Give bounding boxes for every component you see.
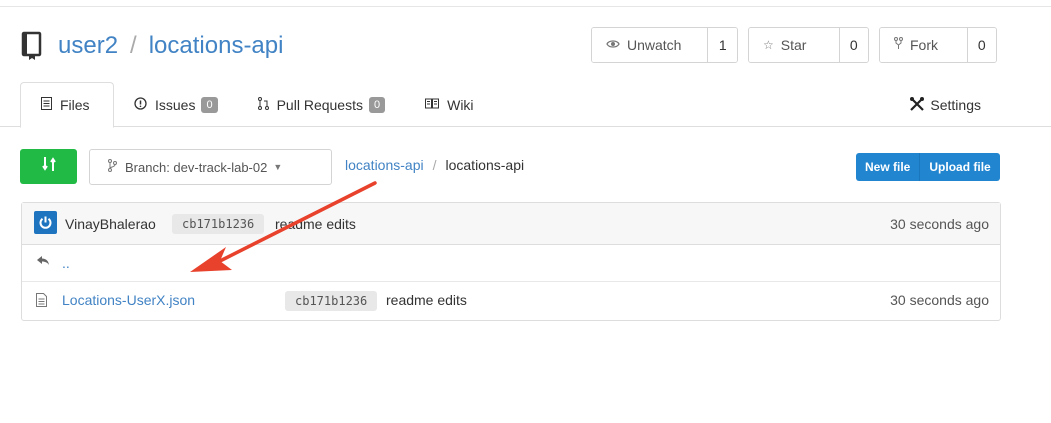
unwatch-button[interactable]: Unwatch	[592, 28, 708, 62]
avatar[interactable]	[34, 211, 57, 234]
pull-requests-count-badge: 0	[368, 97, 386, 113]
tab-pull-requests-label: Pull Requests	[276, 97, 363, 113]
file-table: VinayBhalerao cb171b1236 readme edits 30…	[21, 202, 1001, 321]
star-button[interactable]: ☆ Star	[749, 28, 839, 62]
repo-tabs: Files Issues 0 Pull Requests 0 Wiki	[20, 82, 494, 128]
commit-sha[interactable]: cb171b1236	[172, 214, 265, 234]
branch-icon	[108, 159, 117, 175]
tab-settings[interactable]: Settings	[909, 82, 981, 128]
power-icon	[39, 216, 52, 229]
tab-wiki[interactable]: Wiki	[405, 82, 493, 128]
eye-icon	[606, 38, 620, 52]
sync-arrows-icon	[41, 156, 56, 177]
wrench-tools-icon	[909, 96, 925, 115]
breadcrumb: locations-api / locations-api	[345, 157, 524, 173]
commit-message[interactable]: readme edits	[275, 216, 356, 232]
fork-label: Fork	[910, 37, 938, 53]
tab-wiki-label: Wiki	[447, 97, 474, 113]
star-label: Star	[780, 37, 807, 53]
chevron-down-icon: ▼	[273, 162, 283, 172]
star-icon: ☆	[763, 38, 774, 52]
star-count[interactable]: 0	[838, 28, 868, 62]
repo-owner-link[interactable]: user2	[58, 32, 118, 60]
settings-label: Settings	[930, 97, 981, 113]
fork-icon	[894, 37, 903, 53]
file-actions: New file Upload file	[856, 153, 1000, 181]
breadcrumb-current: locations-api	[445, 157, 525, 173]
repo-book-icon	[20, 31, 44, 61]
top-bar	[0, 0, 1051, 7]
breadcrumb-root-link[interactable]: locations-api	[345, 157, 424, 173]
issue-icon	[134, 97, 147, 113]
file-commit-age: 30 seconds ago	[890, 292, 989, 308]
file-icon	[36, 293, 47, 307]
tab-files-label: Files	[60, 97, 90, 113]
pull-request-icon	[257, 97, 269, 113]
book-icon	[425, 98, 440, 112]
file-name-link[interactable]: Locations-UserX.json	[62, 292, 195, 308]
file-text-icon	[41, 97, 52, 113]
repo-header: user2 / locations-api Unwatch 1 ☆ Star 0…	[0, 7, 1051, 128]
reply-back-icon	[36, 253, 50, 269]
tab-pull-requests[interactable]: Pull Requests 0	[238, 82, 406, 128]
file-commit-message[interactable]: readme edits	[386, 292, 467, 308]
tab-files[interactable]: Files	[20, 82, 114, 128]
watch-count[interactable]: 1	[707, 28, 737, 62]
new-file-button[interactable]: New file	[856, 153, 919, 181]
commit-age: 30 seconds ago	[890, 216, 989, 232]
branch-label: Branch: dev-track-lab-02	[125, 159, 268, 175]
parent-directory-row[interactable]: ..	[22, 245, 1000, 282]
watch-button-group: Unwatch 1	[591, 27, 738, 63]
repo-name-link[interactable]: locations-api	[149, 32, 284, 60]
parent-directory-link[interactable]: ..	[62, 255, 70, 271]
star-button-group: ☆ Star 0	[748, 27, 869, 63]
repo-title-separator: /	[130, 32, 137, 59]
latest-commit-row: VinayBhalerao cb171b1236 readme edits 30…	[22, 203, 1000, 245]
compare-sync-button[interactable]	[20, 149, 77, 184]
issues-count-badge: 0	[201, 97, 218, 113]
file-commit-sha[interactable]: cb171b1236	[285, 291, 378, 311]
tab-issues[interactable]: Issues 0	[114, 82, 238, 128]
branch-dropdown[interactable]: Branch: dev-track-lab-02 ▼	[89, 149, 332, 185]
list-item[interactable]: Locations-UserX.json cb171b1236 readme e…	[22, 282, 1000, 320]
fork-count[interactable]: 0	[966, 28, 996, 62]
unwatch-label: Unwatch	[627, 37, 682, 53]
tab-issues-label: Issues	[155, 97, 196, 113]
fork-button-group: Fork 0	[879, 27, 997, 63]
fork-button[interactable]: Fork	[880, 28, 967, 62]
breadcrumb-separator: /	[432, 157, 437, 173]
repo-title: user2 / locations-api	[20, 31, 283, 61]
commit-author[interactable]: VinayBhalerao	[65, 216, 156, 232]
upload-file-button[interactable]: Upload file	[919, 153, 999, 181]
